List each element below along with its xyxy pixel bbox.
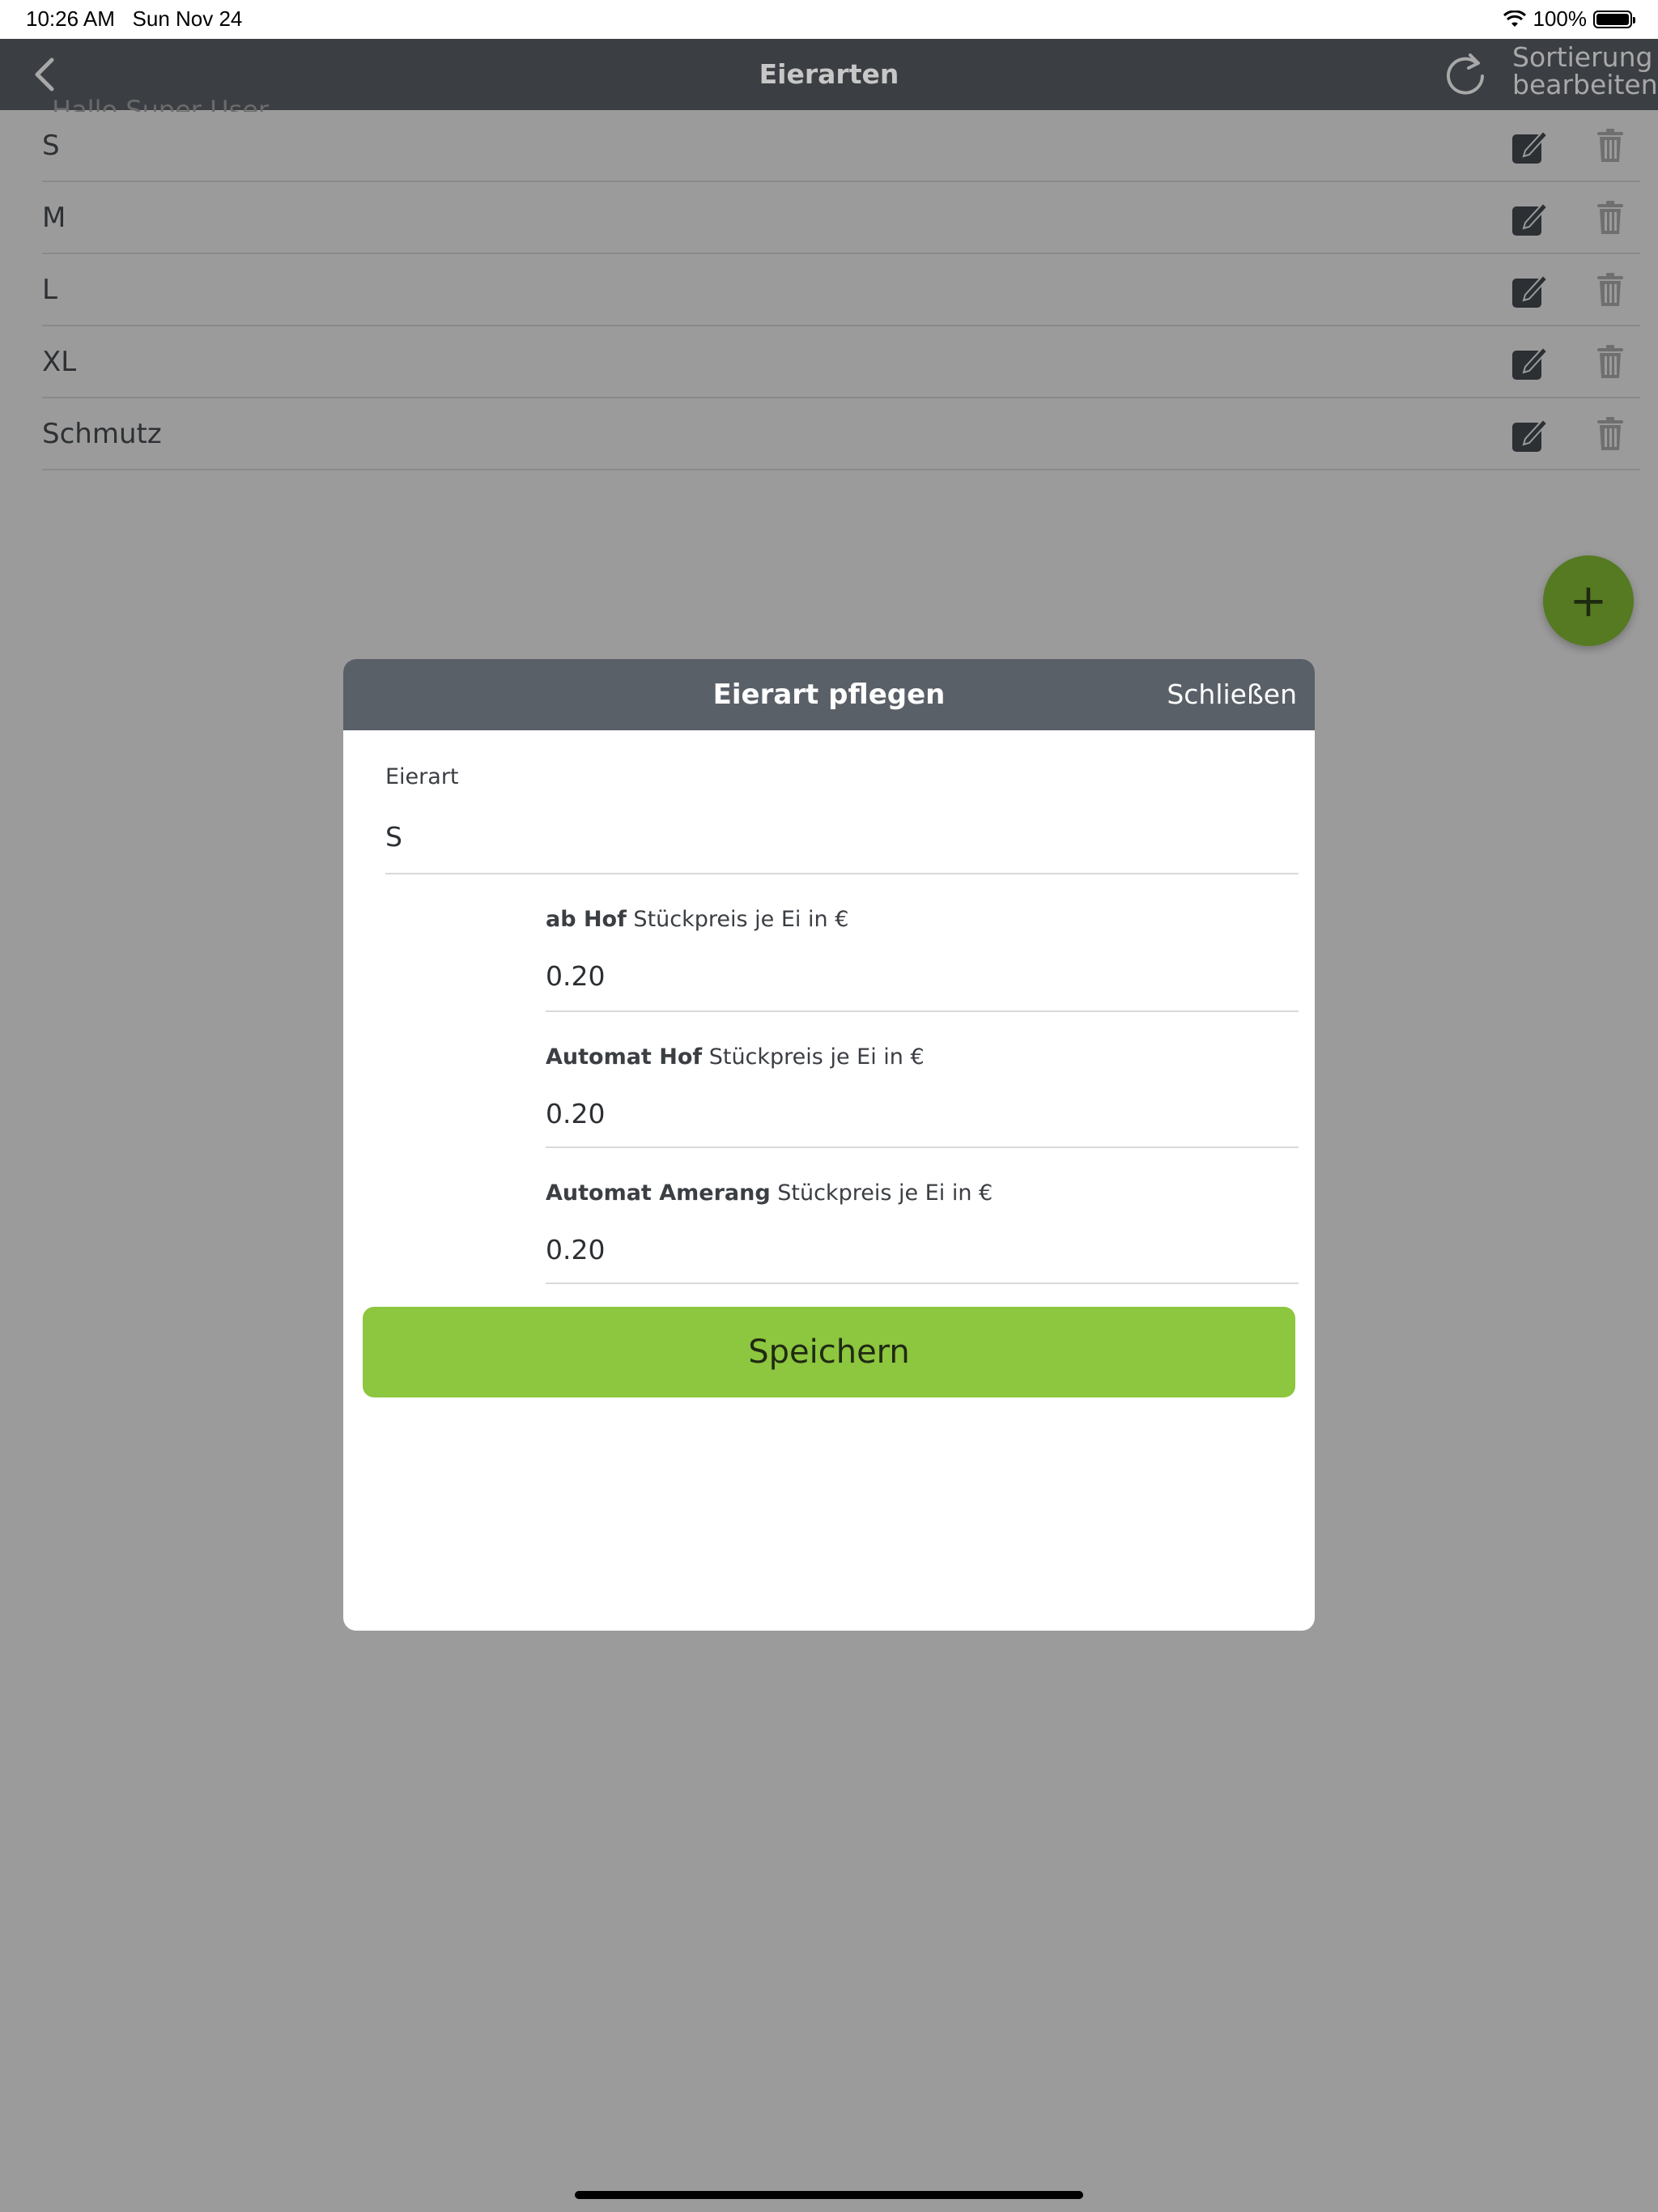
sort-edit-button[interactable]: Sortierung bearbeiten (1512, 44, 1658, 99)
price-ab-hof-label: ab Hof Stückpreis je Ei in € (546, 907, 849, 932)
refresh-icon[interactable] (1441, 50, 1490, 99)
plus-icon: + (1569, 574, 1608, 627)
price-automat-amerang-label: Automat Amerang Stückpreis je Ei in € (546, 1180, 993, 1206)
greeting-text: Hallo Super User (52, 95, 270, 112)
list-item-label: M (42, 202, 66, 234)
add-button[interactable]: + (1543, 555, 1634, 646)
eierart-label: Eierart (385, 764, 459, 789)
egg-type-list: S M L XL Schmutz (42, 110, 1640, 470)
list-item-label: L (42, 274, 57, 306)
list-item[interactable]: L (42, 254, 1640, 326)
edit-icon[interactable] (1511, 126, 1550, 165)
trash-icon[interactable] (1596, 416, 1624, 452)
trash-icon[interactable] (1596, 272, 1624, 308)
trash-icon[interactable] (1596, 128, 1624, 164)
save-button-label: Speichern (748, 1334, 910, 1371)
price-automat-amerang-underline (546, 1283, 1299, 1284)
edit-egg-type-modal: Eierart pflegen Schließen Eierart S ab H… (343, 659, 1315, 1631)
status-indicators: 100% (1503, 6, 1635, 32)
edit-icon[interactable] (1511, 342, 1550, 381)
eierart-underline (385, 873, 1299, 874)
list-item-label: S (42, 130, 60, 162)
price-automat-hof-label: Automat Hof Stückpreis je Ei in € (546, 1044, 925, 1070)
eierart-input[interactable]: S (385, 821, 402, 853)
list-item[interactable]: S (42, 110, 1640, 182)
price-automat-amerang-input[interactable]: 0.20 (546, 1234, 605, 1266)
status-bar: 10:26 AM Sun Nov 24 100% (0, 0, 1658, 39)
edit-icon[interactable] (1511, 415, 1550, 453)
list-item[interactable]: Schmutz (42, 398, 1640, 470)
close-button[interactable]: Schließen (1167, 678, 1297, 710)
battery-icon (1593, 10, 1635, 28)
list-item-label: XL (42, 346, 77, 378)
price-automat-hof-underline (546, 1146, 1299, 1148)
price-ab-hof-underline (546, 1010, 1299, 1012)
list-item[interactable]: M (42, 182, 1640, 254)
trash-icon[interactable] (1596, 200, 1624, 236)
page-title: Eierarten (759, 58, 899, 90)
price-automat-hof-input[interactable]: 0.20 (546, 1098, 605, 1129)
wifi-icon (1503, 10, 1526, 27)
price-ab-hof-input[interactable]: 0.20 (546, 960, 605, 992)
trash-icon[interactable] (1596, 344, 1624, 380)
home-indicator (575, 2191, 1083, 2199)
edit-icon[interactable] (1511, 198, 1550, 237)
save-button[interactable]: Speichern (363, 1307, 1295, 1397)
status-time: 10:26 AM Sun Nov 24 (26, 6, 243, 31)
list-item[interactable]: XL (42, 326, 1640, 398)
edit-icon[interactable] (1511, 270, 1550, 309)
list-item-label: Schmutz (42, 418, 162, 450)
modal-header: Eierart pflegen Schließen (343, 659, 1315, 730)
battery-percent: 100% (1533, 6, 1588, 31)
